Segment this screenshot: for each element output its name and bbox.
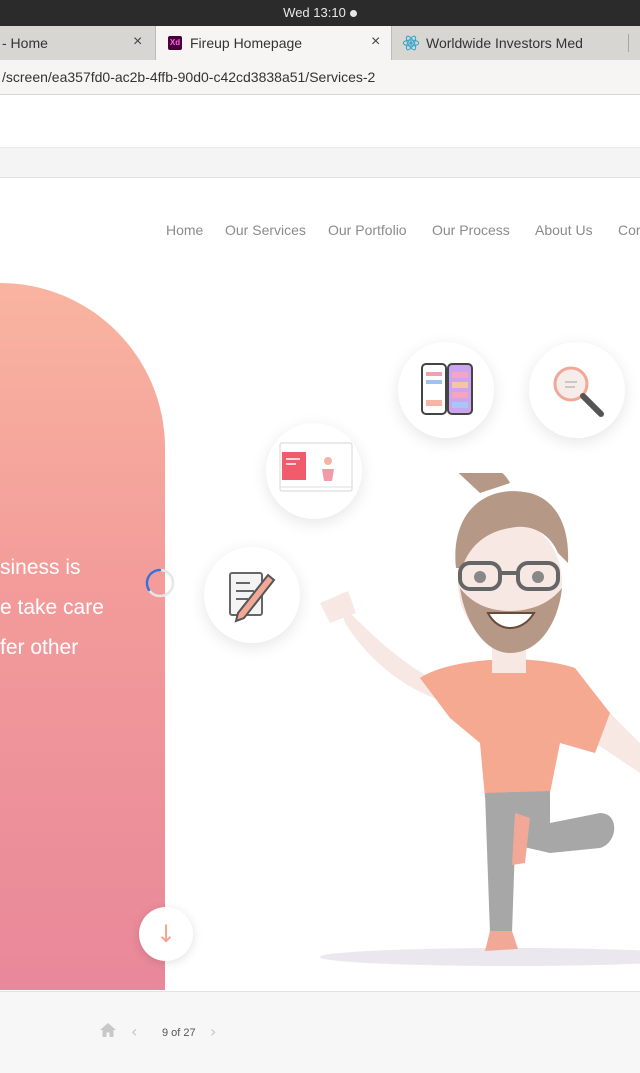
nav-item-about-us[interactable]: About Us [535, 222, 593, 238]
mobile-phones-icon [421, 363, 473, 415]
hero-line: e take care [0, 596, 104, 619]
tab-worldwide-investors[interactable]: Worldwide Investors Med [392, 26, 640, 60]
nav-item-our-services[interactable]: Our Services [225, 222, 306, 238]
tab-separator [628, 34, 629, 52]
notification-dot [349, 10, 357, 18]
viewer-subheader [0, 148, 640, 178]
tab-title: Worldwide Investors Med [426, 35, 583, 51]
close-icon[interactable]: × [371, 33, 380, 51]
adobe-xd-icon: Xd [168, 36, 182, 50]
mobile-bubble [398, 342, 494, 438]
nav-item-contact[interactable]: Cor [618, 222, 640, 238]
nav-item-our-process[interactable]: Our Process [432, 222, 510, 238]
pen-paper-icon [229, 572, 276, 623]
react-icon [402, 35, 420, 51]
page-indicator: 9 of 27 [162, 1027, 196, 1039]
nav-item-home[interactable]: Home [166, 222, 203, 238]
loading-spinner-icon [145, 568, 175, 598]
system-top-bar: Wed 13:10 [0, 0, 640, 26]
url-text[interactable]: /screen/ea357fd0-ac2b-4ffb-90d0-c42cd383… [2, 69, 375, 85]
magnifier-icon [553, 366, 604, 417]
hero-text: siness is e take care fer other [0, 548, 104, 668]
tab-home[interactable]: - Home × [0, 26, 155, 60]
prototype-canvas: Home Our Services Our Portfolio Our Proc… [0, 178, 640, 990]
previous-screen-button[interactable]: ‹ [131, 1022, 137, 1041]
search-bubble [529, 342, 625, 438]
clock-text: Wed 13:10 [283, 5, 346, 20]
arrow-down-icon: ↓ [155, 920, 177, 948]
tab-title: - Home [2, 35, 48, 51]
address-bar[interactable]: /screen/ea357fd0-ac2b-4ffb-90d0-c42cd383… [0, 60, 640, 95]
next-screen-button[interactable]: › [210, 1022, 216, 1041]
tab-title: Fireup Homepage [190, 35, 303, 51]
tab-fireup-homepage[interactable]: Xd Fireup Homepage × [155, 26, 392, 60]
home-icon[interactable] [99, 1022, 117, 1038]
site-nav: Home Our Services Our Portfolio Our Proc… [0, 222, 640, 242]
viewer-header [0, 95, 640, 148]
nav-item-our-portfolio[interactable]: Our Portfolio [328, 222, 407, 238]
tab-strip: - Home × Xd Fireup Homepage × Worldwide … [0, 26, 640, 61]
writing-bubble [204, 547, 300, 643]
system-clock[interactable]: Wed 13:10 [0, 0, 640, 26]
close-icon[interactable]: × [133, 33, 142, 51]
scroll-down-button[interactable]: ↓ [139, 907, 193, 961]
character-illustration [320, 473, 640, 966]
hero-line: fer other [0, 636, 79, 659]
hero-line: siness is [0, 556, 81, 579]
viewer-footer: ‹ 9 of 27 › [0, 991, 640, 1073]
